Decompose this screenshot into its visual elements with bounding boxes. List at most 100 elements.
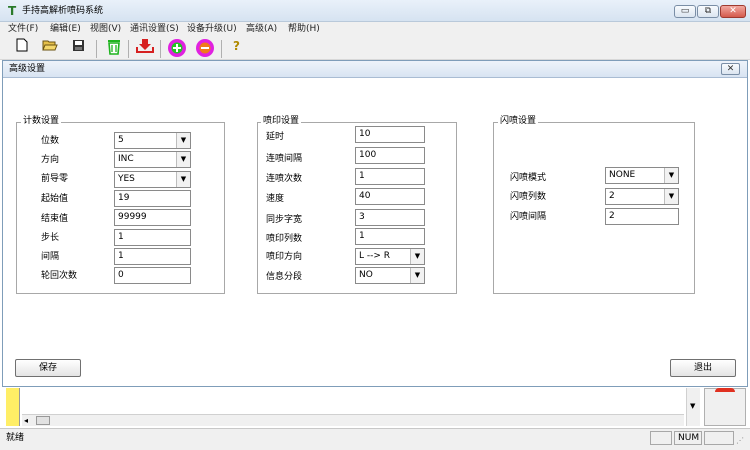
burst-interval-input[interactable]: 100 — [355, 147, 425, 164]
menu-file[interactable]: 文件(F) — [8, 23, 38, 35]
loop-count-input[interactable]: 0 — [114, 267, 191, 284]
leading-zero-select[interactable]: YES ▼ — [114, 171, 191, 188]
status-bar — [0, 428, 750, 450]
save-button[interactable]: 保存 — [15, 359, 81, 377]
flash-mode-label: 闪喷模式 — [510, 173, 547, 183]
window-title: 手持高解析喷码系统 — [22, 6, 104, 16]
chevron-down-icon: ▼ — [664, 168, 678, 183]
digits-label: 位数 — [41, 136, 60, 146]
menu-advanced[interactable]: 高级(A) — [246, 23, 277, 35]
new-file-icon[interactable] — [12, 38, 32, 58]
advanced-settings-dialog: 高级设置 ✕ 计数设置 位数 5 ▼ 方向 INC ▼ 前导零 YES ▼ 起始值 1… — [2, 60, 748, 387]
sync-width-label: 同步字宽 — [266, 215, 303, 225]
svg-text:?: ? — [233, 39, 240, 53]
step-label: 步长 — [41, 233, 60, 243]
segmentation-select[interactable]: NO ▼ — [355, 267, 425, 284]
marker-icon — [715, 388, 735, 392]
flash-mode-value: NONE — [609, 170, 636, 180]
digits-value: 5 — [118, 135, 124, 145]
flash-interval-label: 闪喷间隔 — [510, 212, 547, 222]
toolbar-separator — [221, 40, 222, 58]
direction-label: 方向 — [41, 155, 60, 165]
chevron-down-icon: ▼ — [410, 268, 424, 283]
direction-value: INC — [118, 154, 134, 164]
menu-help[interactable]: 帮助(H) — [288, 23, 320, 35]
print-columns-label: 喷印列数 — [266, 234, 303, 244]
scroll-left-icon[interactable]: ◂ — [24, 415, 28, 426]
burst-interval-label: 连喷间隔 — [266, 154, 303, 164]
toolbar-separator — [128, 40, 129, 58]
chevron-down-icon: ▼ — [410, 249, 424, 264]
step-input[interactable]: 1 — [114, 229, 191, 246]
dialog-close-button[interactable]: ✕ — [721, 63, 740, 75]
flash-columns-value: 2 — [609, 191, 615, 201]
flash-settings-title: 闪喷设置 — [498, 116, 539, 127]
print-direction-label: 喷印方向 — [266, 252, 303, 262]
flash-columns-label: 闪喷列数 — [510, 192, 547, 202]
burst-count-input[interactable]: 1 — [355, 168, 425, 185]
digits-select[interactable]: 5 ▼ — [114, 132, 191, 149]
chevron-down-icon: ▼ — [176, 133, 190, 148]
leading-zero-label: 前导零 — [41, 174, 69, 184]
menu-device-upgrade[interactable]: 设备升级(U) — [187, 23, 237, 35]
app-logo-icon: T — [8, 4, 17, 18]
status-panel-empty — [704, 431, 734, 445]
trash-icon[interactable] — [104, 38, 124, 58]
restore-button[interactable]: ⧉ — [697, 5, 719, 18]
num-lock-indicator: NUM — [674, 431, 702, 445]
speed-input[interactable]: 40 — [355, 188, 425, 205]
delay-label: 延时 — [266, 132, 285, 142]
chevron-down-icon: ▼ — [176, 152, 190, 167]
scroll-thumb[interactable] — [36, 416, 50, 425]
remove-circle-icon[interactable] — [195, 38, 215, 58]
title-bar — [0, 0, 750, 22]
segmentation-label: 信息分段 — [266, 272, 303, 282]
leading-zero-value: YES — [118, 174, 135, 184]
loop-count-label: 轮回次数 — [41, 271, 78, 281]
vertical-ruler — [6, 388, 20, 426]
sync-width-input[interactable]: 3 — [355, 209, 425, 226]
resize-grip-icon[interactable]: ⋰ — [736, 436, 744, 445]
chevron-down-icon: ▼ — [664, 189, 678, 204]
interval-label: 间隔 — [41, 252, 60, 262]
add-circle-icon[interactable] — [167, 38, 187, 58]
help-icon[interactable]: ? — [227, 38, 247, 58]
burst-count-label: 连喷次数 — [266, 174, 303, 184]
chevron-down-icon: ▼ — [176, 172, 190, 187]
segmentation-value: NO — [359, 270, 373, 280]
menu-edit[interactable]: 编辑(E) — [50, 23, 81, 35]
status-panel-empty — [650, 431, 672, 445]
end-value-label: 结束值 — [41, 214, 69, 224]
count-settings-title: 计数设置 — [21, 116, 62, 127]
status-text: 就绪 — [6, 433, 25, 443]
print-settings-title: 喷印设置 — [261, 116, 302, 127]
flash-interval-input[interactable]: 2 — [605, 208, 679, 225]
horizontal-scrollbar[interactable]: ◂ — [22, 414, 684, 426]
end-value-input[interactable]: 99999 — [114, 209, 191, 226]
direction-select[interactable]: INC ▼ — [114, 151, 191, 168]
open-folder-icon[interactable] — [40, 38, 60, 58]
print-columns-input[interactable]: 1 — [355, 228, 425, 245]
start-value-label: 起始值 — [41, 194, 69, 204]
print-direction-value: L --> R — [359, 251, 391, 261]
flash-columns-select[interactable]: 2 ▼ — [605, 188, 679, 205]
menu-view[interactable]: 视图(V) — [90, 23, 121, 35]
delay-input[interactable]: 10 — [355, 126, 425, 143]
vertical-scrollbar[interactable]: ▼ — [686, 388, 700, 426]
print-direction-select[interactable]: L --> R ▼ — [355, 248, 425, 265]
dialog-title-bar — [3, 61, 747, 78]
menu-comm-settings[interactable]: 通讯设置(S) — [130, 23, 179, 35]
download-icon[interactable] — [134, 38, 156, 58]
close-window-button[interactable]: ✕ — [720, 5, 746, 18]
interval-input[interactable]: 1 — [114, 248, 191, 265]
speed-label: 速度 — [266, 194, 285, 204]
side-panel — [704, 388, 746, 426]
dialog-title: 高级设置 — [9, 64, 46, 74]
minimize-button[interactable]: ▭ — [674, 5, 696, 18]
save-disk-icon[interactable] — [68, 38, 88, 58]
flash-mode-select[interactable]: NONE ▼ — [605, 167, 679, 184]
scroll-down-icon[interactable]: ▼ — [690, 402, 695, 410]
toolbar-separator — [96, 40, 97, 58]
start-value-input[interactable]: 19 — [114, 190, 191, 207]
exit-button[interactable]: 退出 — [670, 359, 736, 377]
